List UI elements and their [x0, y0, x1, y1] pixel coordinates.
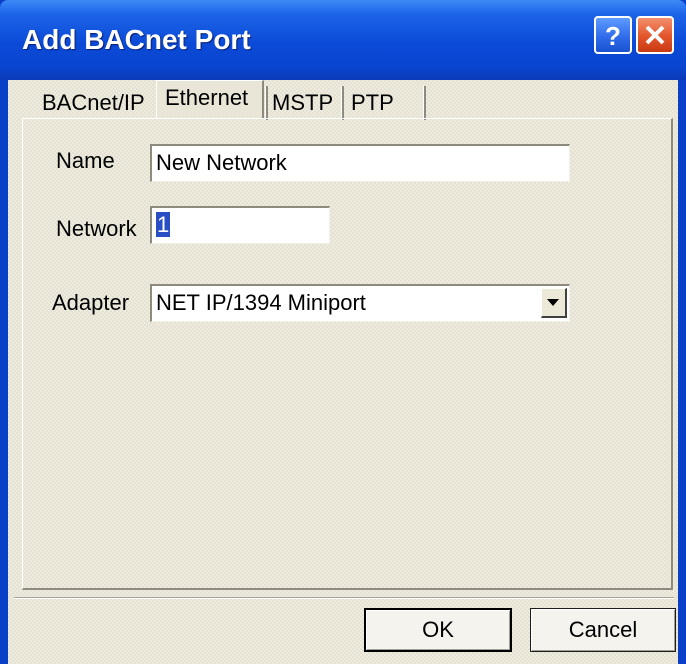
tab-divider — [423, 86, 426, 120]
button-separator — [14, 597, 674, 599]
help-icon: ? — [605, 21, 621, 51]
network-field-value: 1 — [156, 212, 171, 237]
dialog-window: Add BACnet Port ? BACnet/IP Ethernet MST… — [0, 0, 686, 664]
ok-button[interactable]: OK — [364, 608, 512, 652]
adapter-dropdown-button[interactable] — [541, 288, 567, 318]
tab-ethernet[interactable]: Ethernet — [156, 80, 264, 118]
close-button[interactable] — [636, 16, 674, 54]
network-field[interactable]: 1 — [150, 206, 330, 244]
tab-panel-ethernet — [22, 118, 673, 590]
tab-ptp[interactable]: PTP — [351, 86, 394, 120]
name-field-value: New Network — [156, 150, 287, 175]
svg-text:?: ? — [605, 21, 621, 51]
adapter-label: Adapter — [52, 290, 130, 315]
name-field[interactable]: New Network — [150, 144, 570, 182]
dialog-client-area: BACnet/IP Ethernet MSTP PTP Name New Net… — [8, 80, 678, 664]
name-label: Name — [56, 148, 115, 173]
adapter-select[interactable]: NET IP/1394 Miniport — [150, 284, 570, 322]
close-icon — [645, 25, 665, 45]
cancel-button[interactable]: Cancel — [530, 608, 676, 652]
tab-bacnet-ip[interactable]: BACnet/IP — [42, 86, 145, 120]
chevron-down-icon — [547, 299, 559, 306]
tab-divider — [341, 86, 344, 120]
window-title: Add BACnet Port — [22, 24, 251, 55]
network-label: Network — [56, 216, 137, 241]
help-button[interactable]: ? — [594, 16, 632, 54]
adapter-select-value: NET IP/1394 Miniport — [156, 290, 366, 315]
tab-mstp[interactable]: MSTP — [272, 86, 333, 120]
tab-divider — [265, 86, 268, 120]
title-bar[interactable]: Add BACnet Port ? — [0, 0, 686, 80]
